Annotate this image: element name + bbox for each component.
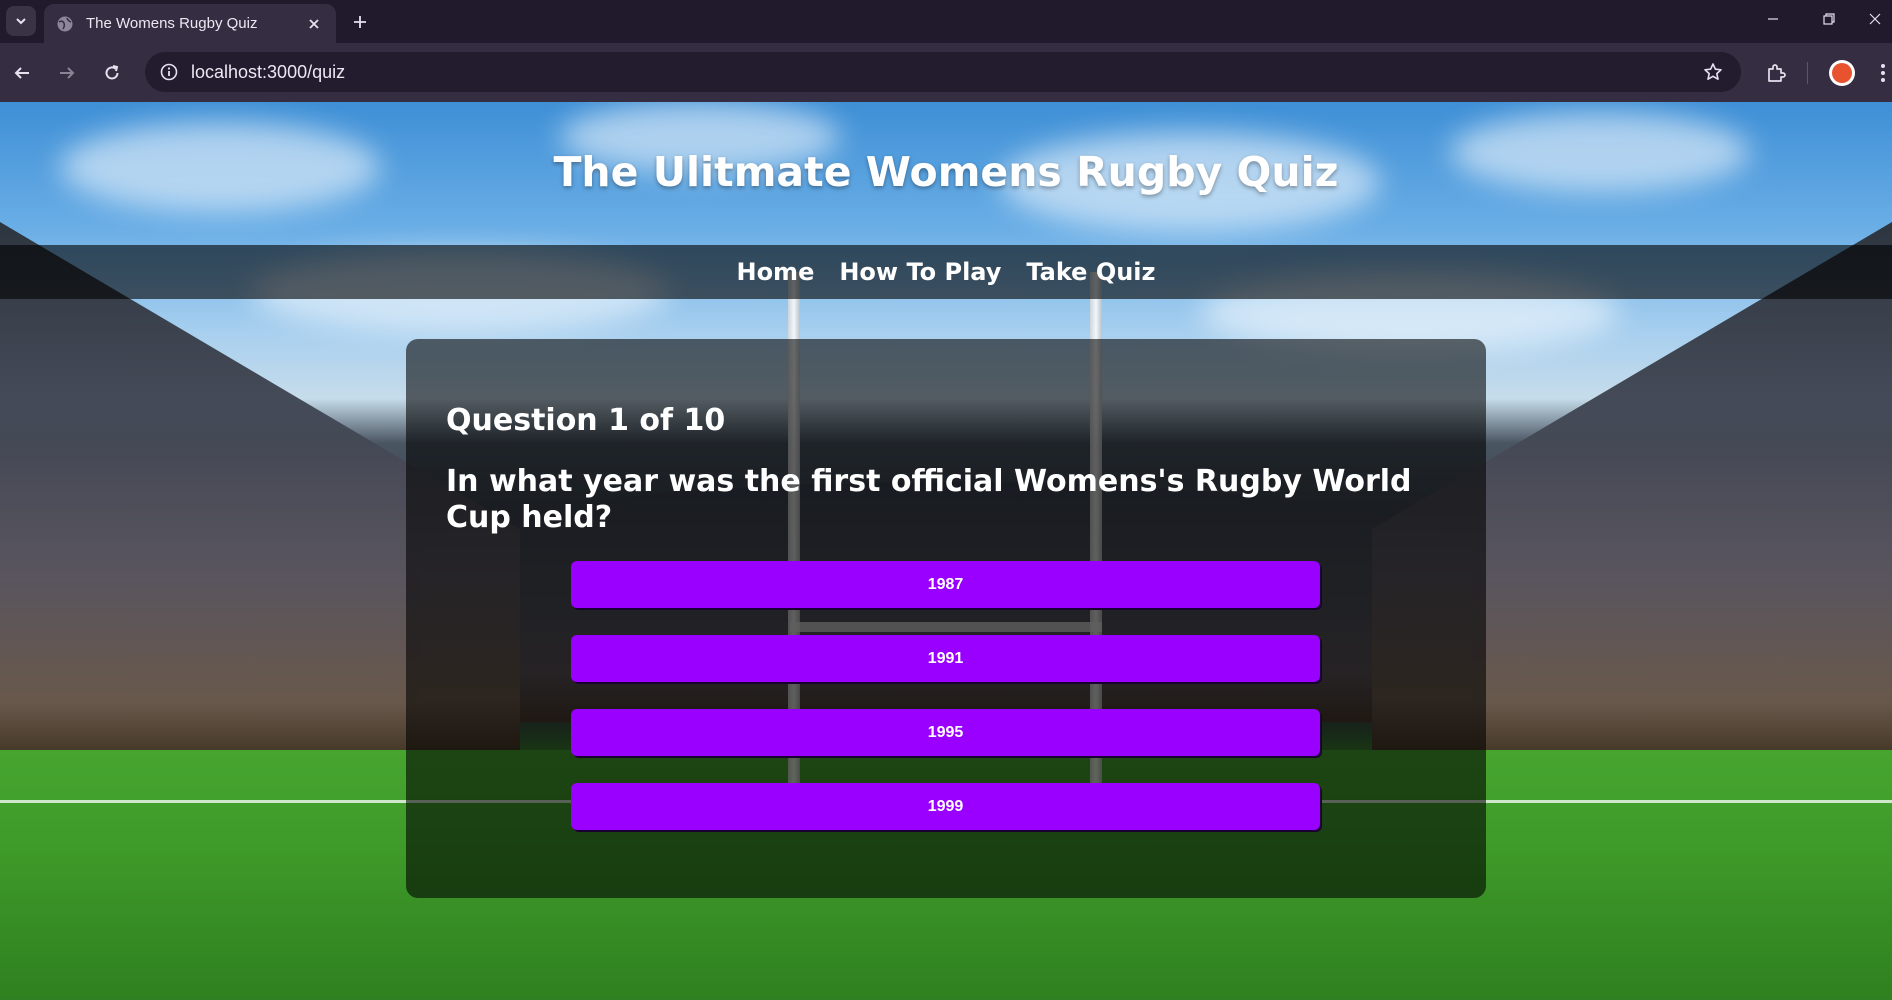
- new-tab-button[interactable]: [346, 8, 374, 36]
- browser-tab-bar: The Womens Rugby Quiz: [0, 0, 1892, 43]
- toolbar-separator: [1807, 62, 1808, 84]
- nav-link-take-quiz[interactable]: Take Quiz: [1026, 258, 1155, 286]
- nav-link-home[interactable]: Home: [736, 258, 814, 286]
- reload-icon: [105, 65, 119, 80]
- browser-toolbar: localhost:3000/quiz: [0, 43, 1892, 102]
- info-icon: [160, 63, 178, 81]
- more-vertical-icon: [1881, 64, 1885, 82]
- close-icon: [309, 18, 319, 29]
- browser-menu-button[interactable]: [1874, 59, 1892, 87]
- restore-icon: [1823, 13, 1835, 25]
- avatar: [1832, 63, 1852, 83]
- profile-avatar[interactable]: [1829, 60, 1855, 86]
- site-info-button[interactable]: [157, 60, 181, 84]
- close-window-button[interactable]: [1858, 0, 1892, 38]
- answer-button-1[interactable]: 1987: [571, 561, 1320, 608]
- globe-icon: [57, 16, 73, 31]
- quiz-card: Question 1 of 10 In what year was the fi…: [406, 339, 1486, 898]
- extensions-button[interactable]: [1762, 59, 1790, 87]
- minimize-button[interactable]: [1750, 0, 1796, 38]
- back-button[interactable]: [6, 57, 38, 89]
- chevron-down-icon: [16, 18, 26, 25]
- address-bar[interactable]: localhost:3000/quiz: [145, 52, 1741, 92]
- reload-button[interactable]: [96, 57, 128, 89]
- question-text: In what year was the first official Wome…: [446, 464, 1412, 535]
- answer-button-2[interactable]: 1991: [571, 635, 1320, 682]
- site-navbar: Home How To Play Take Quiz: [0, 245, 1892, 299]
- arrow-right-icon: [60, 67, 75, 79]
- page-title: The Ulitmate Womens Rugby Quiz: [553, 148, 1339, 196]
- page-viewport: The Ulitmate Womens Rugby Quiz Home How …: [0, 102, 1892, 1000]
- restore-button[interactable]: [1806, 0, 1852, 38]
- question-counter: Question 1 of 10: [446, 403, 726, 438]
- tab-title: The Womens Rugby Quiz: [86, 15, 258, 32]
- forward-button[interactable]: [51, 57, 83, 89]
- nav-link-how-to-play[interactable]: How To Play: [839, 258, 1001, 286]
- answer-button-3[interactable]: 1995: [571, 709, 1320, 756]
- puzzle-icon: [1768, 64, 1786, 82]
- arrow-left-icon: [14, 67, 29, 79]
- browser-tab-active[interactable]: The Womens Rugby Quiz: [44, 4, 336, 43]
- tab-close-button[interactable]: [304, 14, 324, 34]
- answer-button-4[interactable]: 1999: [571, 783, 1320, 830]
- plus-icon: [354, 16, 366, 28]
- url-text[interactable]: localhost:3000/quiz: [191, 62, 345, 83]
- star-icon: [1704, 63, 1722, 80]
- tab-search-button[interactable]: [6, 6, 36, 36]
- close-icon: [1869, 13, 1881, 25]
- bookmark-button[interactable]: [1701, 60, 1725, 84]
- minimize-icon: [1768, 18, 1778, 20]
